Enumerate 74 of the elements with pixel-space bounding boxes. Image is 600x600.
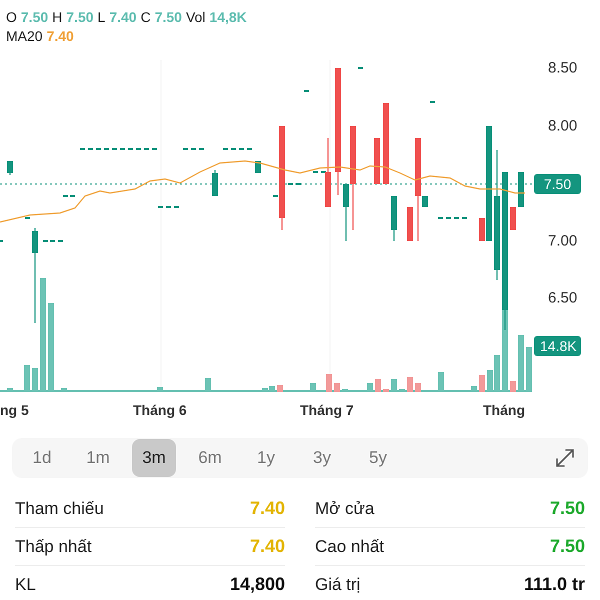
range-tab[interactable]: 3m — [132, 439, 176, 477]
stat-label: Giá trị — [315, 574, 360, 594]
month-label: Tháng — [483, 402, 525, 418]
range-tab[interactable]: 1m — [76, 439, 120, 477]
volume-bar — [391, 379, 397, 392]
month-label: Tháng 6 — [133, 402, 187, 418]
volume-bar — [7, 388, 13, 392]
volume-bar — [24, 365, 30, 392]
stat-value: 111.0 tr — [524, 574, 585, 595]
ma-label: MA20 — [6, 27, 43, 46]
candle — [391, 196, 397, 241]
last-volume-badge: 14.8K — [534, 336, 581, 356]
volume-bar — [310, 383, 316, 392]
price-axis-label: 7.00 — [548, 232, 578, 250]
ohlc-label: Vol — [186, 8, 206, 27]
stat-value: 7.40 — [250, 498, 285, 519]
candle — [407, 207, 413, 241]
ohlc-value: 7.50 — [154, 8, 182, 27]
ohlc-value: 7.50 — [20, 8, 48, 27]
ohlc-value: 7.40 — [109, 8, 137, 27]
stat-label: Mở cửa — [315, 498, 374, 518]
candle — [518, 172, 524, 207]
stat-label: Cao nhất — [315, 536, 384, 556]
candle — [7, 161, 13, 175]
stat-value: 7.50 — [550, 498, 585, 519]
ohlc-label: H — [52, 8, 62, 27]
volume-bar — [375, 379, 381, 392]
volume-bar — [438, 372, 444, 392]
price-axis-label: 8.50 — [548, 60, 578, 76]
range-tab[interactable]: 1d — [20, 439, 64, 477]
volume-bar — [407, 377, 413, 392]
stat-label: Tham chiếu — [15, 498, 104, 518]
volume-bar — [399, 389, 405, 392]
ma-value: 7.40 — [46, 27, 74, 46]
candle — [255, 161, 261, 173]
volume-bar — [526, 347, 532, 392]
volume-bar — [157, 387, 163, 392]
ohlc-value: 14,8K — [209, 8, 247, 27]
volume-bar — [277, 385, 283, 392]
volume-bar — [510, 381, 516, 392]
volume-bar — [518, 335, 524, 392]
volume-bar — [205, 378, 211, 392]
range-tab[interactable]: 3y — [300, 439, 344, 477]
candle — [510, 207, 516, 230]
ohlc-value: 7.50 — [66, 8, 94, 27]
volume-bar — [326, 374, 332, 392]
ohlc-label: L — [98, 8, 106, 27]
price-axis-label: 6.50 — [548, 290, 578, 306]
candle — [374, 138, 380, 184]
range-tab[interactable]: 6m — [188, 439, 232, 477]
stat-value: 7.50 — [550, 536, 585, 557]
stat-value: 14,800 — [230, 574, 285, 595]
ohlc-label: C — [140, 8, 151, 27]
range-tab[interactable]: 5y — [356, 439, 400, 477]
stat-label: Thấp nhất — [15, 536, 92, 556]
stat-label: KL — [15, 574, 36, 594]
volume-bar — [334, 383, 340, 392]
ohlc-label: O — [6, 8, 17, 27]
candle — [325, 138, 331, 207]
month-label: ng 5 — [0, 402, 29, 418]
month-label: Tháng 7 — [300, 402, 354, 418]
volume-bar — [415, 383, 421, 392]
volume-bar — [383, 389, 389, 392]
last-price-badge: 7.50 — [534, 174, 581, 194]
volume-bar — [471, 386, 477, 392]
volume-bar — [32, 368, 38, 392]
volume-bar — [342, 389, 348, 392]
candle — [212, 170, 218, 196]
range-tab[interactable]: 1y — [244, 439, 288, 477]
price-axis-label: 8.00 — [548, 118, 578, 134]
volume-bar — [61, 388, 67, 392]
volume-bar — [367, 383, 373, 392]
stat-value: 7.40 — [250, 536, 285, 557]
volume-bar — [479, 375, 485, 392]
